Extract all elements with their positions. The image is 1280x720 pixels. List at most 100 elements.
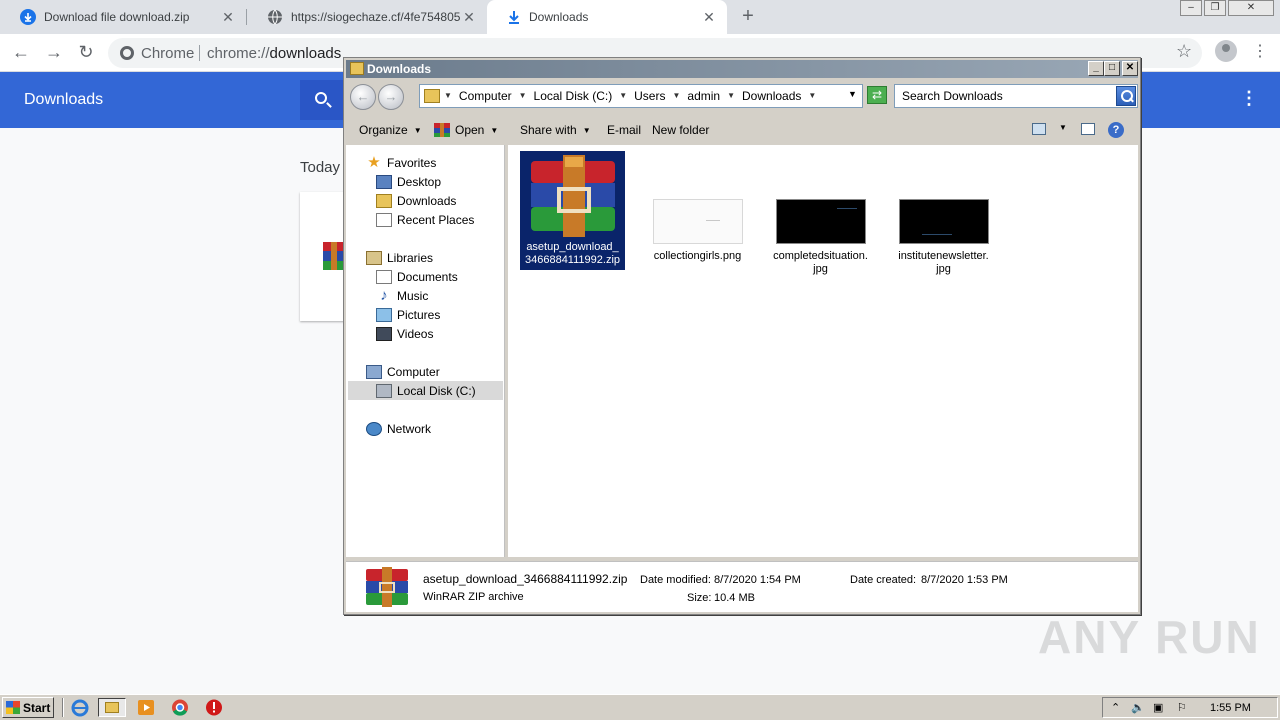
download-icon: [20, 9, 36, 25]
chevron-down-icon[interactable]: ▼: [519, 89, 527, 103]
address-bar[interactable]: ▼ Computer ▼ Local Disk (C:) ▼ Users ▼ a…: [419, 84, 863, 108]
file-item[interactable]: asetup_download_ 3466884111992.zip: [520, 151, 625, 270]
nav-music[interactable]: ♪ Music: [376, 286, 428, 305]
detail-created-value: 8/7/2020 1:53 PM: [921, 574, 1008, 586]
share-with-button[interactable]: Share with ▼: [520, 123, 591, 137]
file-item[interactable]: collectiongirls.png: [645, 199, 750, 266]
back-arrow-icon[interactable]: ←: [10, 42, 32, 64]
pictures-icon: [376, 307, 392, 322]
watermark-logo: ANY RUN: [1038, 611, 1261, 663]
stop-sign-icon[interactable]: [204, 698, 224, 717]
winrar-archive-icon: [366, 567, 408, 607]
nav-libraries[interactable]: Libraries: [366, 248, 433, 267]
close-button[interactable]: ✕: [1122, 61, 1138, 76]
videos-icon: [376, 326, 392, 341]
show-hidden-icons-icon[interactable]: ⌃: [1111, 701, 1120, 714]
nav-favorites[interactable]: ★ Favorites: [366, 153, 436, 172]
menu-icon[interactable]: ⋮: [1252, 41, 1268, 61]
reload-icon[interactable]: ↻: [75, 42, 97, 64]
nav-network[interactable]: Network: [366, 419, 431, 438]
explorer-titlebar[interactable]: Downloads _ □ ✕: [346, 60, 1138, 78]
tab-title: https://siogechaze.cf/4fe754805758: [291, 10, 461, 24]
organize-button[interactable]: Organize ▼: [359, 123, 422, 137]
breadcrumb-local-disk[interactable]: Local Disk (C:): [534, 89, 613, 103]
nav-computer[interactable]: Computer: [366, 362, 440, 381]
close-icon[interactable]: ✕: [701, 9, 717, 26]
internet-explorer-icon[interactable]: [70, 698, 90, 717]
media-player-icon[interactable]: [136, 698, 156, 717]
explorer-window: Downloads _ □ ✕ ← → ▼ Computer ▼ Local D…: [343, 57, 1141, 615]
search-button[interactable]: [300, 80, 344, 120]
chevron-down-icon[interactable]: ▼: [808, 89, 816, 103]
desktop-icon: [376, 174, 392, 189]
details-pane: asetup_download_3466884111992.zip WinRAR…: [346, 561, 1138, 612]
restore-button[interactable]: ❐: [1204, 0, 1226, 16]
file-name: institutenewsletter. jpg: [898, 250, 989, 275]
minimize-button[interactable]: _: [1088, 61, 1104, 76]
clock[interactable]: 1:55 PM: [1210, 702, 1251, 714]
help-icon[interactable]: ?: [1108, 122, 1124, 138]
minimize-button[interactable]: ‒: [1180, 0, 1202, 16]
detail-file-type: WinRAR ZIP archive: [423, 591, 524, 603]
nav-desktop[interactable]: Desktop: [376, 172, 441, 191]
network-status-icon[interactable]: ▣: [1153, 701, 1163, 714]
nav-downloads[interactable]: Downloads: [376, 191, 456, 210]
change-view-icon[interactable]: [1032, 123, 1046, 135]
music-icon: ♪: [380, 286, 388, 304]
tab-download-file[interactable]: Download file download.zip ✕: [0, 0, 246, 34]
forward-arrow-icon[interactable]: →: [43, 42, 65, 64]
breadcrumb-downloads[interactable]: Downloads: [742, 89, 801, 103]
breadcrumb-users[interactable]: Users: [634, 89, 665, 103]
new-folder-button[interactable]: New folder: [652, 123, 709, 137]
file-item[interactable]: completedsituation. jpg: [768, 199, 873, 279]
explorer-taskbar-button[interactable]: [98, 698, 126, 717]
search-icon[interactable]: [1116, 86, 1136, 106]
detail-created-label: Date created:: [850, 574, 917, 586]
chevron-down-icon[interactable]: ▼: [727, 89, 735, 103]
image-thumbnail: [775, 199, 866, 244]
refresh-icon[interactable]: ⇄: [867, 86, 887, 104]
volume-icon[interactable]: 🔈: [1131, 701, 1145, 714]
close-icon[interactable]: ✕: [220, 9, 236, 26]
profile-avatar[interactable]: [1215, 40, 1237, 62]
folder-icon: [105, 702, 119, 713]
maximize-button[interactable]: □: [1104, 61, 1120, 76]
address-dropdown-icon[interactable]: ▼: [848, 89, 857, 99]
page-title: Downloads: [24, 91, 104, 108]
email-button[interactable]: E-mail: [607, 123, 641, 137]
view-dropdown[interactable]: ▼: [1053, 123, 1067, 132]
taskbar: Start ⌃ 🔈 ▣ ⚐ 1:55 PM: [0, 694, 1280, 720]
tab-downloads[interactable]: Downloads ✕: [487, 0, 727, 34]
start-button[interactable]: Start: [2, 697, 54, 718]
breadcrumb: ▼ Computer ▼ Local Disk (C:) ▼ Users ▼ a…: [444, 89, 823, 103]
breadcrumb-admin[interactable]: admin: [687, 89, 720, 103]
file-item[interactable]: institutenewsletter. jpg: [891, 199, 996, 279]
chevron-down-icon[interactable]: ▼: [672, 89, 680, 103]
close-window-button[interactable]: ✕: [1228, 0, 1274, 16]
more-options-icon[interactable]: ⋮: [1240, 88, 1258, 109]
file-name: asetup_download_ 3466884111992.zip: [524, 241, 620, 266]
chrome-icon[interactable]: [170, 698, 190, 717]
preview-pane-icon[interactable]: [1081, 123, 1095, 135]
new-tab-button[interactable]: +: [737, 5, 759, 27]
computer-icon: [366, 364, 382, 379]
search-box[interactable]: [894, 84, 1138, 108]
back-arrow-icon[interactable]: ←: [350, 84, 376, 110]
action-center-flag-icon[interactable]: ⚐: [1177, 701, 1187, 714]
nav-documents[interactable]: Documents: [376, 267, 458, 286]
chevron-down-icon: ▼: [490, 125, 499, 135]
breadcrumb-computer[interactable]: Computer: [459, 89, 512, 103]
chevron-down-icon[interactable]: ▼: [444, 89, 452, 103]
close-icon[interactable]: ✕: [461, 9, 477, 26]
nav-local-disk[interactable]: Local Disk (C:): [348, 381, 503, 400]
forward-arrow-icon[interactable]: →: [378, 84, 404, 110]
tab-siogechaze[interactable]: https://siogechaze.cf/4fe754805758 ✕: [247, 0, 487, 34]
nav-videos[interactable]: Videos: [376, 324, 433, 343]
bookmark-star-icon[interactable]: ☆: [1176, 41, 1192, 62]
open-button[interactable]: Open ▼: [434, 123, 498, 137]
chevron-down-icon[interactable]: ▼: [619, 89, 627, 103]
nav-pictures[interactable]: Pictures: [376, 305, 440, 324]
nav-recent-places[interactable]: Recent Places: [376, 210, 474, 229]
disk-icon: [376, 383, 392, 398]
search-input[interactable]: [895, 85, 1115, 107]
